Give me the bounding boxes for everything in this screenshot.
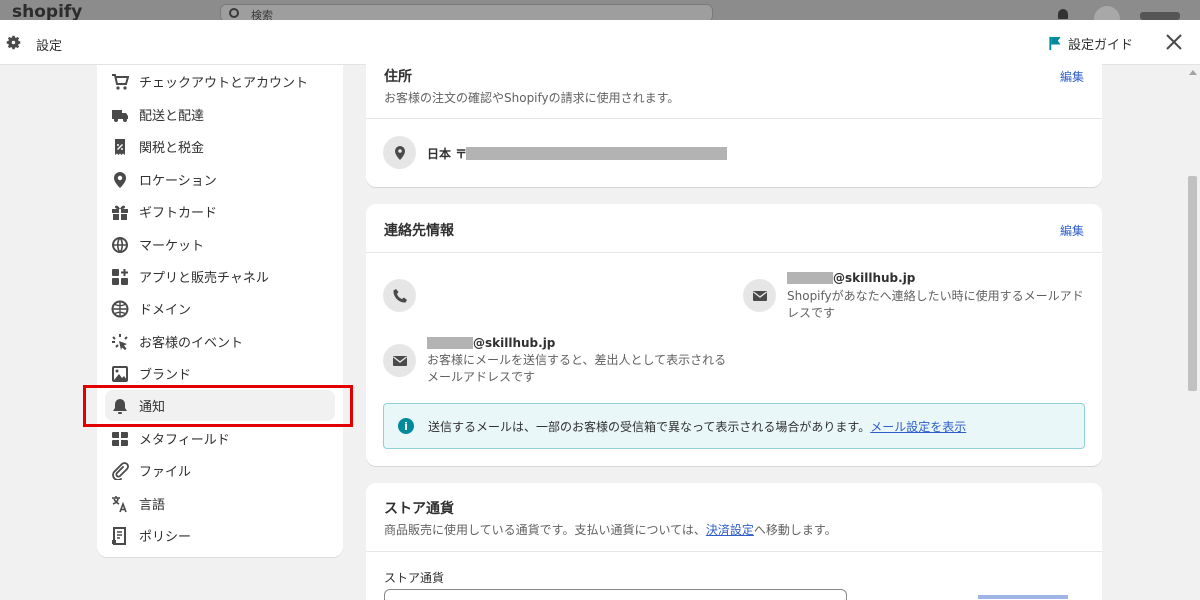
sidebar-item-brand[interactable]: ブランド: [105, 358, 335, 389]
sidebar-item-label: ポリシー: [139, 530, 192, 545]
scrollbar-thumb[interactable]: [1188, 176, 1197, 391]
background-topbar: shopify 検索: [0, 0, 1200, 20]
background-bell-icon: [1058, 9, 1068, 19]
sidebar-item-label: アプリと販売チャネル: [139, 271, 269, 286]
avatar: [1094, 6, 1120, 20]
setup-guide-button[interactable]: 設定ガイド: [1048, 34, 1133, 53]
search-icon: [229, 8, 239, 18]
sidebar-item-label: 通知: [139, 400, 166, 415]
setup-guide-label: 設定ガイド: [1068, 38, 1134, 53]
address-title: 住所: [384, 69, 412, 85]
sender-email: @skillhub.jp: [473, 336, 556, 350]
sidebar-item-customer-events[interactable]: お客様のイベント: [105, 326, 335, 357]
contact-edit-button[interactable]: 編集: [1060, 222, 1084, 239]
cart-icon: [111, 73, 129, 91]
sidebar-item-domains[interactable]: ドメイン: [105, 293, 335, 324]
sidebar-item-notifications[interactable]: 通知: [105, 390, 335, 421]
sidebar-item-label: メタフィールド: [139, 433, 230, 448]
email-info-banner: i 送信するメールは、一部のお客様の受信箱で異なって表示される場合があります。メ…: [383, 403, 1085, 449]
gift-card-icon: [111, 203, 129, 221]
sidebar-item-label: ギフトカード: [139, 206, 218, 221]
truck-icon: [111, 106, 129, 124]
sidebar-item-gift-cards[interactable]: ギフトカード: [105, 196, 335, 227]
sender-email-desc-2: メールアドレスです: [427, 370, 536, 384]
sidebar-item-shipping[interactable]: 配送と配達: [105, 99, 335, 130]
bell-icon: [111, 397, 129, 415]
store-email-desc-1: Shopifyがあなたへ連絡したい時に使用するメールアド: [787, 289, 1084, 303]
divider: [366, 118, 1102, 119]
scroll-up-arrow[interactable]: [1189, 70, 1197, 75]
sidebar-item-languages[interactable]: 言語: [105, 488, 335, 519]
sidebar-item-locations[interactable]: ロケーション: [105, 164, 335, 195]
sidebar-item-label: チェックアウトとアカウント: [139, 76, 309, 91]
close-icon[interactable]: [1164, 32, 1184, 52]
scrollbar[interactable]: [1185, 65, 1200, 600]
receipt-percent-icon: [111, 138, 129, 156]
phone-icon: [383, 279, 416, 312]
sidebar-item-checkout[interactable]: チェックアウトとアカウント: [105, 66, 335, 97]
location-pin-icon: [111, 171, 129, 189]
brand-image-icon: [111, 365, 129, 383]
redacted-address: [466, 147, 727, 160]
domain-globe-icon: [111, 300, 129, 318]
sidebar-item-label: お客様のイベント: [139, 336, 244, 351]
sidebar-item-apps[interactable]: アプリと販売チャネル: [105, 261, 335, 292]
sidebar-item-label: ドメイン: [139, 303, 192, 318]
contact-info-card: 連絡先情報 編集 @skillhub.jp Shopifyがあなたへ連絡したい時…: [366, 204, 1102, 466]
background-search-bar: 検索: [220, 4, 713, 20]
address-edit-button[interactable]: 編集: [1060, 68, 1084, 85]
sidebar-item-markets[interactable]: マーケット: [105, 229, 335, 260]
sparkle-cursor-icon: [111, 333, 129, 351]
sidebar-item-policies[interactable]: ポリシー: [105, 520, 335, 551]
sidebar-item-label: ファイル: [139, 465, 192, 480]
apps-icon: [111, 268, 129, 286]
sidebar-item-taxes[interactable]: 関税と税金: [105, 131, 335, 162]
sidebar-item-files[interactable]: ファイル: [105, 455, 335, 486]
sidebar-item-label: マーケット: [139, 239, 205, 254]
page-title: 設定: [36, 39, 63, 54]
divider: [366, 252, 1102, 253]
policy-document-icon: [111, 526, 129, 545]
address-country: 日本 〒: [427, 147, 468, 161]
currency-format-link[interactable]: [978, 595, 1068, 599]
divider: [366, 551, 1102, 552]
currency-title: ストア通貨: [384, 501, 454, 517]
sidebar-item-label: ロケーション: [139, 174, 217, 189]
paperclip-icon: [111, 461, 129, 480]
redacted-email-user: [427, 337, 473, 349]
email-settings-link[interactable]: メール設定を表示: [870, 420, 966, 434]
currency-field-label: ストア通貨: [384, 571, 445, 585]
address-card: 住所 編集 お客様の注文の確認やShopifyの請求に使用されます。 日本 〒: [366, 52, 1102, 187]
banner-text: 送信するメールは、一部のお客様の受信箱で異なって表示される場合があります。メール…: [428, 420, 967, 434]
sidebar-item-metafields[interactable]: メタフィールド: [105, 423, 335, 454]
translate-icon: [111, 495, 129, 513]
gear-icon: [6, 35, 21, 50]
sidebar-item-label: 関税と税金: [139, 141, 205, 156]
mail-icon: [743, 279, 776, 312]
store-currency-card: ストア通貨 商品販売に使用している通貨です。支払い通貨については、決済設定へ移動…: [366, 483, 1102, 600]
sidebar-item-label: 配送と配達: [139, 109, 205, 124]
contact-title: 連絡先情報: [384, 223, 454, 239]
currency-select[interactable]: [384, 589, 847, 600]
sidebar-item-label: ブランド: [139, 368, 192, 383]
redacted-email-user: [787, 272, 833, 284]
info-icon: i: [398, 418, 414, 434]
sidebar-item-label: 言語: [139, 498, 166, 513]
store-email-desc-2: レスです: [787, 306, 836, 320]
metafields-icon: [111, 430, 129, 448]
globe-icon: [111, 236, 129, 254]
shopify-logo: shopify: [12, 2, 83, 20]
store-name: [1140, 12, 1180, 20]
store-email: @skillhub.jp: [833, 271, 916, 285]
currency-subtitle: 商品販売に使用している通貨です。支払い通貨については、決済設定へ移動します。: [384, 523, 837, 537]
sender-email-desc-1: お客様にメールを送信すると、差出人として表示される: [427, 353, 727, 367]
payment-settings-link[interactable]: 決済設定: [706, 523, 754, 537]
address-subtitle: お客様の注文の確認やShopifyの請求に使用されます。: [384, 91, 680, 105]
flag-icon: [1049, 36, 1061, 51]
settings-sidebar: チェックアウトとアカウント 配送と配達 関税と税金 ロケーション ギフトカード …: [97, 65, 343, 557]
search-placeholder: 検索: [251, 9, 273, 20]
location-pin-icon: [383, 136, 416, 169]
mail-icon: [383, 344, 416, 377]
